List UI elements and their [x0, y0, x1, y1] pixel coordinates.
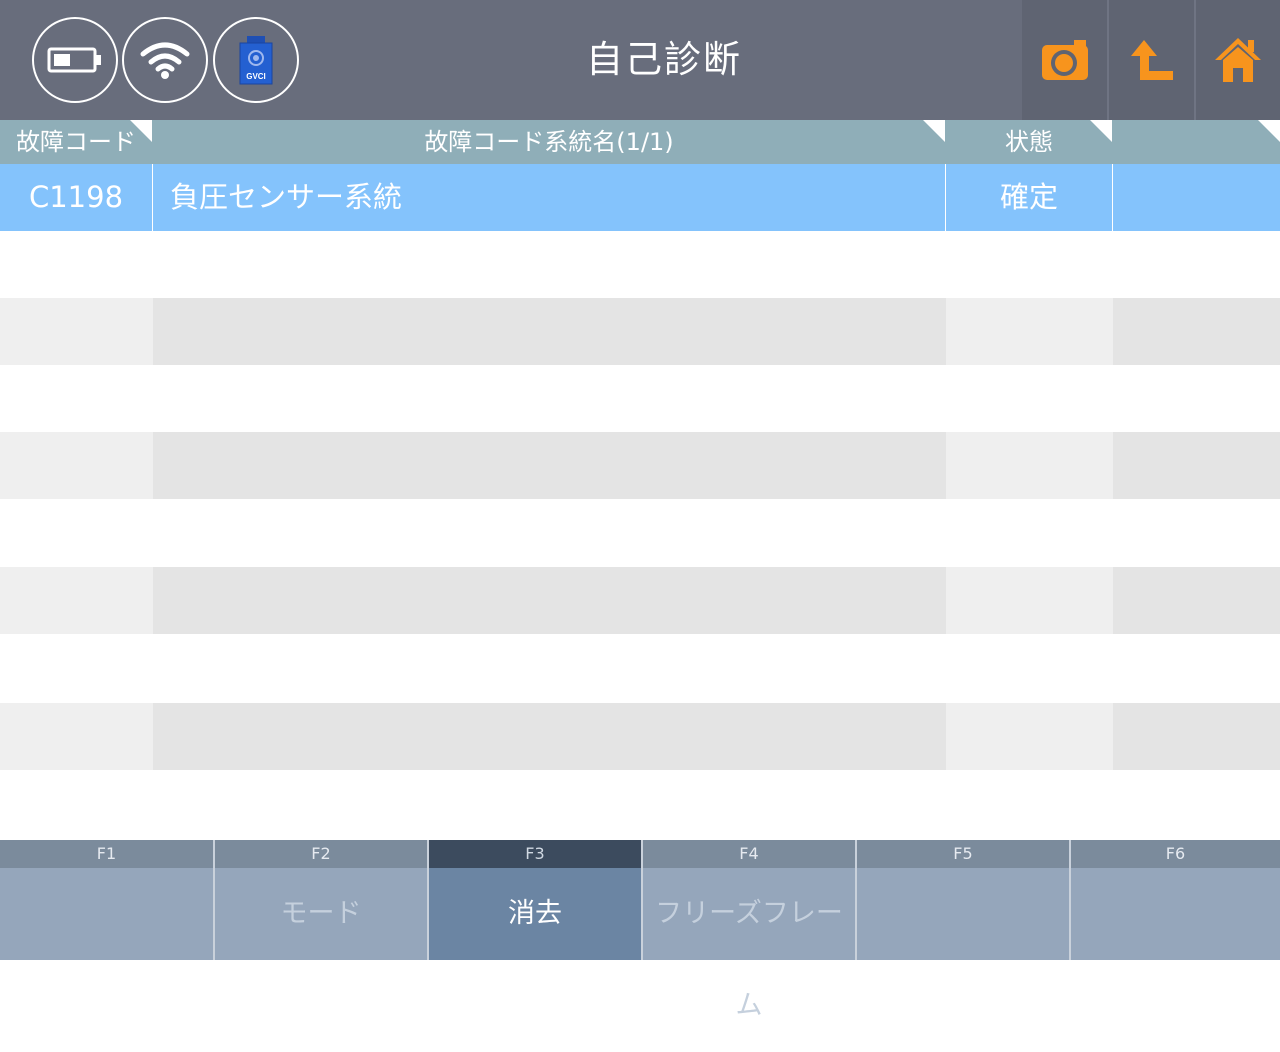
battery-status — [32, 17, 118, 103]
top-bar: GVCI 自己診断 — [0, 0, 1280, 120]
camera-icon — [1041, 40, 1088, 80]
dtc-code: C1198 — [28, 180, 124, 214]
home-button[interactable] — [1196, 0, 1280, 120]
f5-button[interactable]: F5 — [857, 840, 1069, 960]
page-title: 自己診断 — [586, 38, 742, 81]
table-row — [0, 635, 1280, 702]
f1-button[interactable]: F1 — [0, 840, 213, 960]
wifi-icon — [140, 42, 190, 79]
column-header-extra[interactable] — [1113, 120, 1280, 164]
table-row — [0, 231, 1280, 298]
column-header-status[interactable]: 状態 — [946, 120, 1112, 164]
dtc-name: 負圧センサー系統 — [170, 180, 403, 214]
table-row — [0, 298, 1280, 365]
column-header-name[interactable]: 故障コード系統名(1/1) — [153, 120, 945, 164]
gvci-device-icon: GVCI — [239, 36, 273, 85]
table-row — [0, 703, 1280, 770]
f6-button[interactable]: F6 — [1071, 840, 1280, 960]
screenshot-button[interactable] — [1022, 0, 1107, 120]
clear-button[interactable]: F3 消去 — [429, 840, 641, 960]
dtc-status: 確定 — [999, 180, 1058, 214]
table-row — [0, 432, 1280, 499]
table-row — [0, 365, 1280, 432]
gvci-label: GVCI — [246, 72, 266, 81]
back-arrow-icon — [1130, 40, 1173, 80]
table-row — [0, 499, 1280, 566]
table-row[interactable]: C1198 負圧センサー系統 確定 — [0, 164, 1280, 231]
gvci-status: GVCI — [213, 17, 299, 103]
table-header: 故障コード 故障コード系統名(1/1) 状態 — [0, 120, 1280, 164]
wifi-status — [122, 17, 208, 103]
table-row — [0, 567, 1280, 634]
function-key-bar: F1 F2 モード F3 消去 F4 フリーズフレーム F5 F6 — [0, 840, 1280, 1021]
home-icon — [1215, 38, 1261, 82]
table-row — [0, 770, 1280, 840]
freeze-frame-button[interactable]: F4 フリーズフレーム — [643, 840, 855, 1021]
mode-button[interactable]: F2 モード — [215, 840, 427, 960]
battery-icon — [47, 47, 101, 73]
dtc-extra — [1113, 164, 1280, 231]
back-button[interactable] — [1109, 0, 1194, 120]
column-header-code[interactable]: 故障コード — [0, 120, 152, 164]
